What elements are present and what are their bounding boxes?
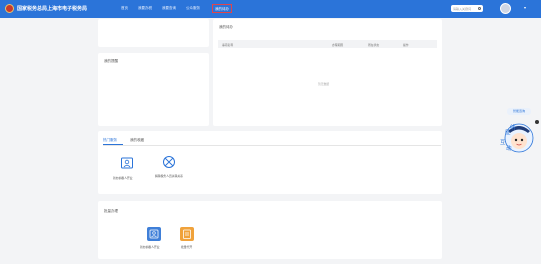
site-title[interactable]: 国家税务总局上海市电子税务局 — [17, 5, 87, 12]
col-status: 所在状态 — [368, 43, 380, 47]
reminders-card: 我的提醒 — [98, 53, 209, 126]
search-icon[interactable] — [478, 6, 481, 10]
service-label-new-taxpayer[interactable]: 新办纳税人开业 — [113, 176, 133, 180]
batch-label-new-taxpayer[interactable]: 新办纳税人开业 — [140, 245, 160, 249]
nav-query[interactable]: 我要查询 — [162, 6, 176, 11]
profile-card — [98, 19, 209, 47]
batch-title: 批量办理 — [104, 209, 118, 213]
nav-my-todo[interactable]: 我的待办 — [212, 4, 232, 13]
tab-hot-services[interactable]: 热门服务 — [103, 138, 117, 143]
col-deadline: 办理期限 — [332, 43, 344, 47]
smart-consult-badge[interactable]: 智能咨询 — [507, 108, 531, 115]
assistant-mascot-icon[interactable]: 征 纳 互 动 — [497, 117, 537, 157]
search-input[interactable]: 请输入关键词 — [451, 5, 483, 12]
service-label-unlink[interactable]: 解除税务人员关联关系 — [154, 174, 184, 179]
user-avatar[interactable] — [500, 3, 511, 14]
chevron-down-icon[interactable]: ▾ — [524, 5, 526, 10]
mascot-char-3: 互 — [500, 139, 506, 146]
nav-public-service[interactable]: 公众服务 — [186, 6, 200, 11]
close-icon[interactable] — [535, 120, 539, 124]
col-action: 操作 — [403, 43, 409, 47]
tax-emblem-icon — [5, 4, 14, 13]
new-taxpayer-icon[interactable] — [120, 156, 134, 170]
unlink-icon[interactable] — [162, 155, 176, 169]
empty-state-text: 暂无数据 — [318, 82, 330, 86]
todo-card: 我的待办 — [213, 19, 442, 126]
active-tab-indicator — [103, 144, 123, 145]
search-placeholder: 请输入关键词 — [453, 6, 472, 11]
top-header: 国家税务总局上海市电子税务局 首页 我要办税 我要查询 公众服务 我的待办 请输… — [0, 0, 541, 18]
mascot-char-4: 动 — [506, 145, 512, 152]
col-item-name: 事项名称 — [222, 43, 234, 47]
services-card — [98, 131, 442, 194]
tab-my-favorites[interactable]: 我的收藏 — [130, 138, 144, 143]
batch-invoice-icon[interactable] — [180, 227, 194, 241]
nav-home[interactable]: 首页 — [121, 6, 128, 11]
mascot-char-2: 纳 — [510, 123, 516, 131]
nav-tax-handling[interactable]: 我要办税 — [138, 6, 152, 11]
todo-title: 我的待办 — [219, 25, 233, 29]
new-taxpayer-batch-icon[interactable] — [147, 227, 161, 241]
batch-label-invoice[interactable]: 批量代开 — [181, 245, 192, 249]
reminders-title: 我的提醒 — [104, 59, 118, 63]
